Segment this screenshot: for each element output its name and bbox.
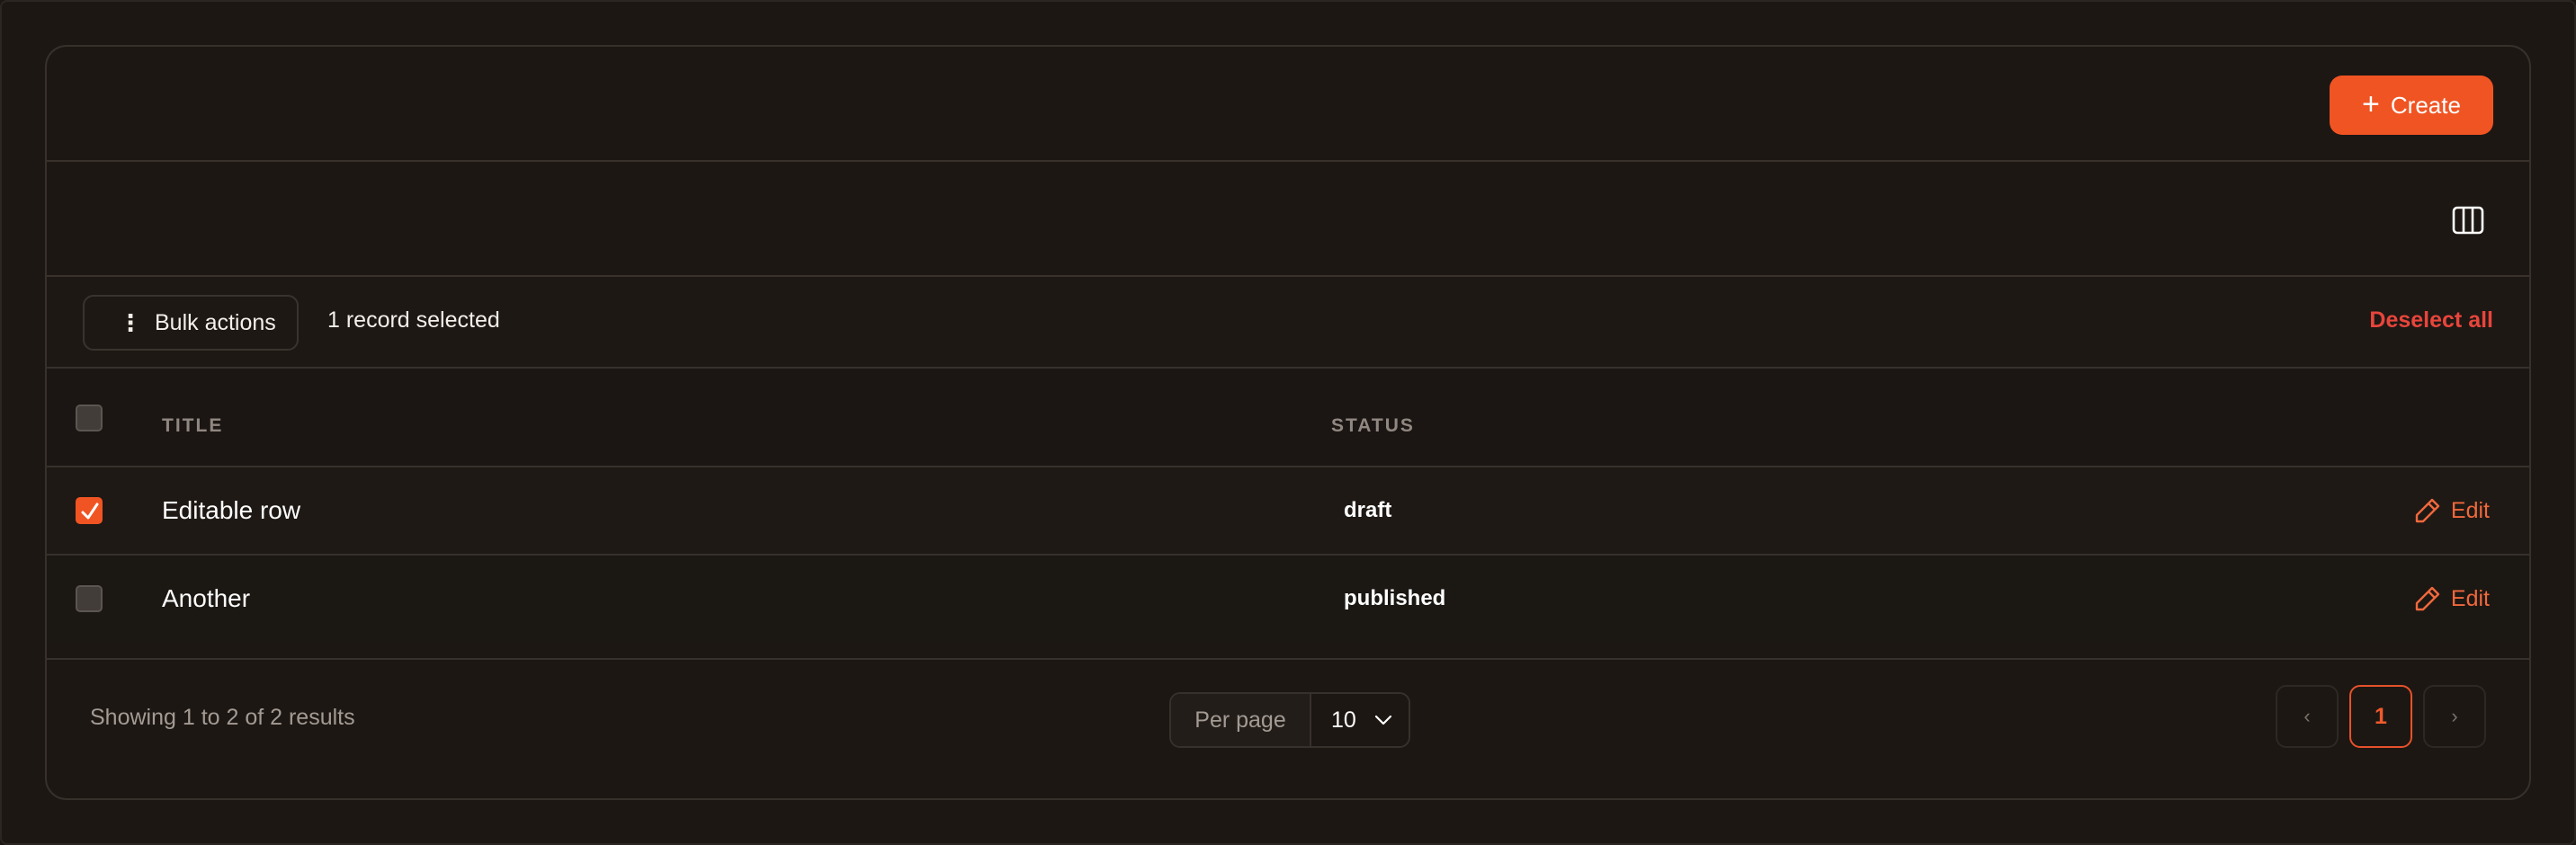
previous-page-button[interactable]: ‹ (2276, 685, 2339, 748)
edit-label: Edit (2450, 585, 2490, 611)
select-all-checkbox[interactable] (76, 405, 103, 431)
row-checkbox[interactable] (76, 585, 103, 612)
pagination-bar: Showing 1 to 2 of 2 results Per page 10 … (47, 660, 2529, 798)
create-button-label: Create (2390, 91, 2461, 119)
table-card: + Create ⋮ Bulk actions 1 record selecte… (45, 45, 2531, 800)
deselect-all-link[interactable]: Deselect all (2369, 307, 2493, 334)
row-title: Another (162, 584, 251, 612)
bulk-actions-label: Bulk actions (155, 309, 276, 335)
table-row: Another published Edit (47, 556, 2529, 644)
row-title: Editable row (162, 496, 301, 524)
vertical-dots-icon: ⋮ (119, 309, 142, 336)
table-header-actions: + Create (47, 47, 2529, 162)
check-icon (81, 503, 99, 520)
column-header-title[interactable]: TITLE (162, 415, 223, 437)
status-badge: draft (1344, 498, 1392, 522)
per-page-label: Per page (1171, 694, 1311, 746)
pencil-icon (2415, 586, 2440, 611)
table-toolbar (47, 162, 2529, 277)
plus-icon: + (2362, 86, 2380, 121)
per-page-value: 10 (1331, 707, 1356, 733)
per-page-control: Per page 10 (1169, 692, 1410, 748)
table-head: TITLE STATUS (47, 369, 2529, 467)
columns-icon[interactable] (2452, 205, 2484, 236)
edit-button[interactable]: Edit (2413, 496, 2490, 525)
create-button[interactable]: + Create (2330, 76, 2493, 135)
page-button-current[interactable]: 1 (2349, 685, 2412, 748)
bulk-actions-button[interactable]: ⋮ Bulk actions (83, 295, 299, 351)
results-summary: Showing 1 to 2 of 2 results (90, 705, 355, 730)
per-page-select[interactable]: 10 (1311, 694, 1409, 746)
chevron-down-icon (1374, 715, 1391, 725)
pencil-icon (2415, 498, 2440, 523)
column-header-status[interactable]: STATUS (1331, 415, 1415, 437)
bulk-actions-bar: ⋮ Bulk actions 1 record selected Deselec… (47, 277, 2529, 369)
table-row: Editable row draft Edit (47, 467, 2529, 556)
next-page-button[interactable]: › (2423, 685, 2486, 748)
pagination: ‹ 1 › (2276, 685, 2486, 748)
row-checkbox[interactable] (76, 497, 103, 524)
edit-label: Edit (2450, 497, 2490, 523)
edit-button[interactable]: Edit (2413, 584, 2490, 613)
selected-count: 1 record selected (327, 307, 500, 333)
status-badge: published (1344, 586, 1446, 610)
